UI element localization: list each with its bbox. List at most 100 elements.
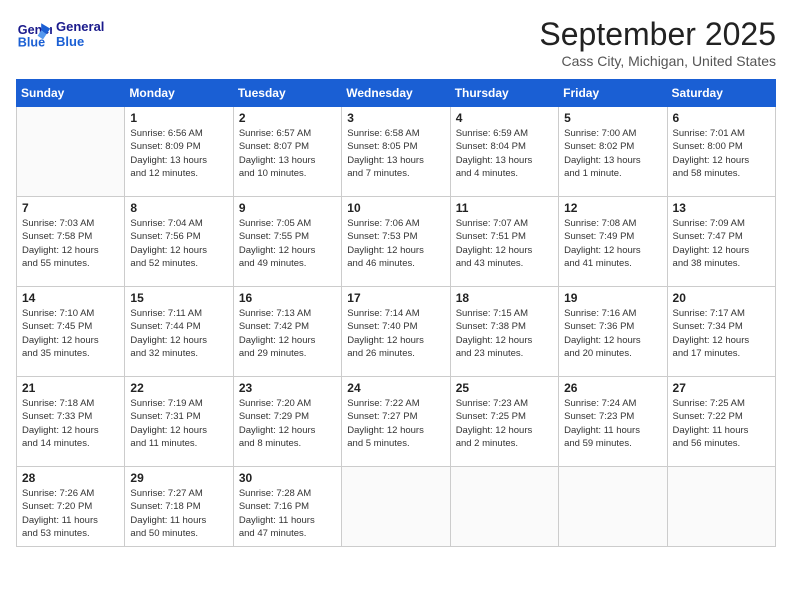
day-info: Sunrise: 7:13 AMSunset: 7:42 PMDaylight:… — [239, 307, 336, 360]
calendar: SundayMondayTuesdayWednesdayThursdayFrid… — [16, 79, 776, 547]
weekday-header-row: SundayMondayTuesdayWednesdayThursdayFrid… — [17, 80, 776, 107]
weekday-sunday: Sunday — [17, 80, 125, 107]
location: Cass City, Michigan, United States — [539, 53, 776, 69]
day-info: Sunrise: 7:17 AMSunset: 7:34 PMDaylight:… — [673, 307, 770, 360]
day-number: 30 — [239, 471, 336, 485]
day-info: Sunrise: 6:59 AMSunset: 8:04 PMDaylight:… — [456, 127, 553, 180]
day-number: 3 — [347, 111, 444, 125]
day-number: 9 — [239, 201, 336, 215]
day-cell: 15 Sunrise: 7:11 AMSunset: 7:44 PMDayligh… — [125, 287, 233, 377]
week-row-2: 7Sunrise: 7:03 AMSunset: 7:58 PMDaylight… — [17, 197, 776, 287]
day-number: 17 — [347, 291, 444, 305]
day-number: 15 — [130, 291, 227, 305]
day-cell: 21 Sunrise: 7:18 AMSunset: 7:33 PMDayligh… — [17, 377, 125, 467]
day-number: 12 — [564, 201, 661, 215]
day-info: Sunrise: 7:04 AMSunset: 7:56 PMDaylight:… — [130, 217, 227, 270]
week-row-3: 14 Sunrise: 7:10 AMSunset: 7:45 PMDayligh… — [17, 287, 776, 377]
day-info: Sunrise: 7:06 AMSunset: 7:53 PMDaylight:… — [347, 217, 444, 270]
calendar-body: 1Sunrise: 6:56 AMSunset: 8:09 PMDaylight… — [17, 107, 776, 547]
day-cell: 1Sunrise: 6:56 AMSunset: 8:09 PMDaylight… — [125, 107, 233, 197]
day-cell: 19 Sunrise: 7:16 AMSunset: 7:36 PMDayligh… — [559, 287, 667, 377]
day-number: 20 — [673, 291, 770, 305]
day-info: Sunrise: 7:26 AMSunset: 7:20 PMDaylight:… — [22, 487, 119, 540]
day-info: Sunrise: 7:00 AMSunset: 8:02 PMDaylight:… — [564, 127, 661, 180]
day-number: 19 — [564, 291, 661, 305]
day-number: 28 — [22, 471, 119, 485]
day-cell — [17, 107, 125, 197]
day-cell — [667, 467, 775, 547]
logo: General Blue General Blue — [16, 16, 104, 52]
day-info: Sunrise: 7:20 AMSunset: 7:29 PMDaylight:… — [239, 397, 336, 450]
day-cell: 14 Sunrise: 7:10 AMSunset: 7:45 PMDayligh… — [17, 287, 125, 377]
day-number: 10 — [347, 201, 444, 215]
day-info: Sunrise: 7:11 AMSunset: 7:44 PMDaylight:… — [130, 307, 227, 360]
day-number: 26 — [564, 381, 661, 395]
day-number: 14 — [22, 291, 119, 305]
day-number: 2 — [239, 111, 336, 125]
day-number: 16 — [239, 291, 336, 305]
day-info: Sunrise: 7:14 AMSunset: 7:40 PMDaylight:… — [347, 307, 444, 360]
day-info: Sunrise: 7:27 AMSunset: 7:18 PMDaylight:… — [130, 487, 227, 540]
week-row-1: 1Sunrise: 6:56 AMSunset: 8:09 PMDaylight… — [17, 107, 776, 197]
day-number: 5 — [564, 111, 661, 125]
day-cell: 6Sunrise: 7:01 AMSunset: 8:00 PMDaylight… — [667, 107, 775, 197]
day-info: Sunrise: 7:09 AMSunset: 7:47 PMDaylight:… — [673, 217, 770, 270]
day-cell: 26 Sunrise: 7:24 AMSunset: 7:23 PMDayligh… — [559, 377, 667, 467]
day-cell: 13Sunrise: 7:09 AMSunset: 7:47 PMDayligh… — [667, 197, 775, 287]
day-info: Sunrise: 7:15 AMSunset: 7:38 PMDaylight:… — [456, 307, 553, 360]
day-number: 8 — [130, 201, 227, 215]
header: General Blue General Blue September 2025… — [16, 16, 776, 69]
day-info: Sunrise: 7:16 AMSunset: 7:36 PMDaylight:… — [564, 307, 661, 360]
day-cell: 25 Sunrise: 7:23 AMSunset: 7:25 PMDayligh… — [450, 377, 558, 467]
day-cell — [559, 467, 667, 547]
day-info: Sunrise: 7:10 AMSunset: 7:45 PMDaylight:… — [22, 307, 119, 360]
day-cell: 11 Sunrise: 7:07 AMSunset: 7:51 PMDayligh… — [450, 197, 558, 287]
day-info: Sunrise: 7:24 AMSunset: 7:23 PMDaylight:… — [564, 397, 661, 450]
day-cell: 23 Sunrise: 7:20 AMSunset: 7:29 PMDayligh… — [233, 377, 341, 467]
day-info: Sunrise: 7:19 AMSunset: 7:31 PMDaylight:… — [130, 397, 227, 450]
day-cell: 5 Sunrise: 7:00 AMSunset: 8:02 PMDaylight… — [559, 107, 667, 197]
day-cell: 28 Sunrise: 7:26 AMSunset: 7:20 PMDayligh… — [17, 467, 125, 547]
day-number: 24 — [347, 381, 444, 395]
logo-icon: General Blue — [16, 16, 52, 52]
weekday-saturday: Saturday — [667, 80, 775, 107]
day-cell: 2 Sunrise: 6:57 AMSunset: 8:07 PMDaylight… — [233, 107, 341, 197]
day-cell: 4Sunrise: 6:59 AMSunset: 8:04 PMDaylight… — [450, 107, 558, 197]
day-cell: 20 Sunrise: 7:17 AMSunset: 7:34 PMDayligh… — [667, 287, 775, 377]
weekday-monday: Monday — [125, 80, 233, 107]
day-number: 23 — [239, 381, 336, 395]
day-cell: 3 Sunrise: 6:58 AMSunset: 8:05 PMDaylight… — [342, 107, 450, 197]
title-area: September 2025 Cass City, Michigan, Unit… — [539, 16, 776, 69]
day-info: Sunrise: 7:22 AMSunset: 7:27 PMDaylight:… — [347, 397, 444, 450]
day-info: Sunrise: 7:18 AMSunset: 7:33 PMDaylight:… — [22, 397, 119, 450]
logo-text: General Blue — [56, 19, 104, 49]
day-cell: 24 Sunrise: 7:22 AMSunset: 7:27 PMDayligh… — [342, 377, 450, 467]
day-number: 27 — [673, 381, 770, 395]
day-info: Sunrise: 7:01 AMSunset: 8:00 PMDaylight:… — [673, 127, 770, 180]
day-number: 11 — [456, 201, 553, 215]
day-number: 21 — [22, 381, 119, 395]
day-info: Sunrise: 7:07 AMSunset: 7:51 PMDaylight:… — [456, 217, 553, 270]
day-cell: 29 Sunrise: 7:27 AMSunset: 7:18 PMDayligh… — [125, 467, 233, 547]
day-info: Sunrise: 7:23 AMSunset: 7:25 PMDaylight:… — [456, 397, 553, 450]
day-cell: 22Sunrise: 7:19 AMSunset: 7:31 PMDayligh… — [125, 377, 233, 467]
day-cell: 17 Sunrise: 7:14 AMSunset: 7:40 PMDayligh… — [342, 287, 450, 377]
day-info: Sunrise: 7:08 AMSunset: 7:49 PMDaylight:… — [564, 217, 661, 270]
week-row-4: 21 Sunrise: 7:18 AMSunset: 7:33 PMDayligh… — [17, 377, 776, 467]
day-cell: 9Sunrise: 7:05 AMSunset: 7:55 PMDaylight… — [233, 197, 341, 287]
day-info: Sunrise: 7:25 AMSunset: 7:22 PMDaylight:… — [673, 397, 770, 450]
weekday-tuesday: Tuesday — [233, 80, 341, 107]
week-row-5: 28 Sunrise: 7:26 AMSunset: 7:20 PMDayligh… — [17, 467, 776, 547]
day-number: 25 — [456, 381, 553, 395]
day-cell: 18 Sunrise: 7:15 AMSunset: 7:38 PMDayligh… — [450, 287, 558, 377]
calendar-header: SundayMondayTuesdayWednesdayThursdayFrid… — [17, 80, 776, 107]
day-number: 29 — [130, 471, 227, 485]
day-cell — [450, 467, 558, 547]
day-cell: 30Sunrise: 7:28 AMSunset: 7:16 PMDayligh… — [233, 467, 341, 547]
day-info: Sunrise: 6:58 AMSunset: 8:05 PMDaylight:… — [347, 127, 444, 180]
weekday-wednesday: Wednesday — [342, 80, 450, 107]
day-cell: 7Sunrise: 7:03 AMSunset: 7:58 PMDaylight… — [17, 197, 125, 287]
day-info: Sunrise: 6:57 AMSunset: 8:07 PMDaylight:… — [239, 127, 336, 180]
day-number: 18 — [456, 291, 553, 305]
weekday-thursday: Thursday — [450, 80, 558, 107]
